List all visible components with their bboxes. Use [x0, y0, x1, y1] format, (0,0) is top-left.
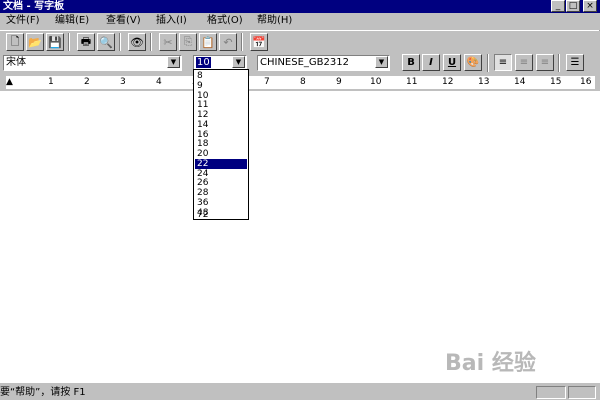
undo-icon[interactable]: ↶: [219, 33, 237, 51]
toolbar-divider: [0, 30, 600, 31]
chevron-down-icon[interactable]: ▼: [375, 56, 388, 68]
ruler-label: 8: [300, 77, 306, 87]
menu-file[interactable]: 文件(F): [6, 13, 40, 29]
font-size-option[interactable]: 26: [195, 178, 247, 188]
maximize-button[interactable]: □: [566, 0, 580, 12]
toolbar-separator: [241, 33, 243, 51]
font-size-option[interactable]: 8: [195, 71, 247, 81]
font-size-dropdown[interactable]: 8 9 10 11 12 14 16 18 20 22 24 26 28 36 …: [193, 69, 249, 220]
font-size-option[interactable]: 9: [195, 81, 247, 91]
align-right-icon[interactable]: ≡: [536, 54, 554, 71]
font-size-option[interactable]: 16: [195, 130, 247, 140]
font-size-value: 10: [196, 57, 211, 68]
font-size-option[interactable]: 10: [195, 91, 247, 101]
script-value: CHINESE_GB2312: [260, 57, 349, 68]
print-icon[interactable]: 🖶: [77, 33, 95, 51]
ruler-label: 16: [580, 77, 592, 87]
toolbar-separator: [119, 33, 121, 51]
copy-icon[interactable]: ⎘: [179, 33, 197, 51]
menu-format[interactable]: 格式(O): [207, 13, 243, 29]
align-center-icon[interactable]: ≡: [515, 54, 533, 71]
indent-marker-icon[interactable]: ▲: [6, 76, 14, 89]
new-icon[interactable]: 🗋: [6, 33, 24, 51]
toolbar-separator: [68, 33, 70, 51]
ruler-label: 11: [406, 77, 418, 87]
find-icon[interactable]: 👁: [128, 33, 146, 51]
font-size-option[interactable]: 11: [195, 100, 247, 110]
font-value: 宋体: [6, 57, 26, 68]
ruler-label: 13: [478, 77, 490, 87]
bold-button[interactable]: B: [402, 54, 420, 71]
italic-button[interactable]: I: [422, 54, 440, 71]
title-bar[interactable]: [0, 0, 600, 13]
chevron-down-icon[interactable]: ▼: [167, 56, 180, 68]
toolbar-separator: [150, 33, 152, 51]
toolbar-separator: [487, 54, 489, 72]
status-text: 要“帮助”，请按 F1: [0, 387, 86, 398]
menu-insert[interactable]: 插入(I): [156, 13, 187, 29]
font-size-option[interactable]: 36: [195, 198, 247, 208]
watermark-logo: Bai 经验: [445, 351, 536, 376]
status-bar: [0, 385, 600, 400]
font-size-option[interactable]: 20: [195, 149, 247, 159]
underline-label: U: [447, 57, 457, 68]
font-size-option[interactable]: 28: [195, 188, 247, 198]
ruler-label: 1: [48, 77, 54, 87]
menu-edit[interactable]: 编辑(E): [55, 13, 89, 29]
close-button[interactable]: ×: [583, 0, 597, 12]
ruler-label: 2: [84, 77, 90, 87]
toolbar-separator: [558, 54, 560, 72]
ruler-label: 3: [120, 77, 126, 87]
ruler-label: 12: [442, 77, 454, 87]
ruler-label: 7: [264, 77, 270, 87]
status-pane: [568, 386, 596, 399]
ruler-label: 10: [370, 77, 382, 87]
ruler[interactable]: ▲ 1 2 3 4 5 6 7 8 9 10 11 12 13 14 15 16: [6, 76, 595, 89]
insert-datetime-icon[interactable]: 📅: [250, 33, 268, 51]
font-size-option[interactable]: 24: [195, 169, 247, 179]
font-size-option-selected[interactable]: 22: [195, 158, 247, 169]
menu-view[interactable]: 查看(V): [106, 13, 141, 29]
print-preview-icon[interactable]: 🔍: [97, 33, 115, 51]
align-left-icon[interactable]: ≡: [494, 54, 512, 71]
ruler-label: 15: [550, 77, 562, 87]
font-combo[interactable]: 宋体: [3, 55, 182, 71]
font-size-option[interactable]: 14: [195, 120, 247, 130]
ruler-label: 9: [336, 77, 342, 87]
menu-help[interactable]: 帮助(H): [257, 13, 292, 29]
paste-icon[interactable]: 📋: [199, 33, 217, 51]
ruler-label: 4: [156, 77, 162, 87]
italic-label: I: [429, 57, 433, 68]
minimize-button[interactable]: _: [551, 0, 565, 12]
ruler-label: 14: [514, 77, 526, 87]
font-size-option[interactable]: 18: [195, 139, 247, 149]
window-title: 文档 - 写字板: [3, 1, 65, 12]
bullets-icon[interactable]: ☰: [566, 54, 584, 71]
font-size-option[interactable]: 12: [195, 110, 247, 120]
open-icon[interactable]: 📂: [26, 33, 44, 51]
chevron-down-icon[interactable]: ▼: [232, 56, 245, 68]
menu-bar: [0, 13, 600, 29]
bold-label: B: [407, 57, 415, 68]
document-area[interactable]: [0, 91, 600, 383]
font-size-option[interactable]: 72: [195, 210, 247, 220]
cut-icon[interactable]: ✂: [159, 33, 177, 51]
color-palette-icon[interactable]: 🎨: [464, 54, 482, 71]
save-icon[interactable]: 💾: [46, 33, 64, 51]
underline-button[interactable]: U: [443, 54, 461, 71]
script-combo[interactable]: CHINESE_GB2312: [257, 55, 390, 71]
status-pane: [536, 386, 566, 399]
